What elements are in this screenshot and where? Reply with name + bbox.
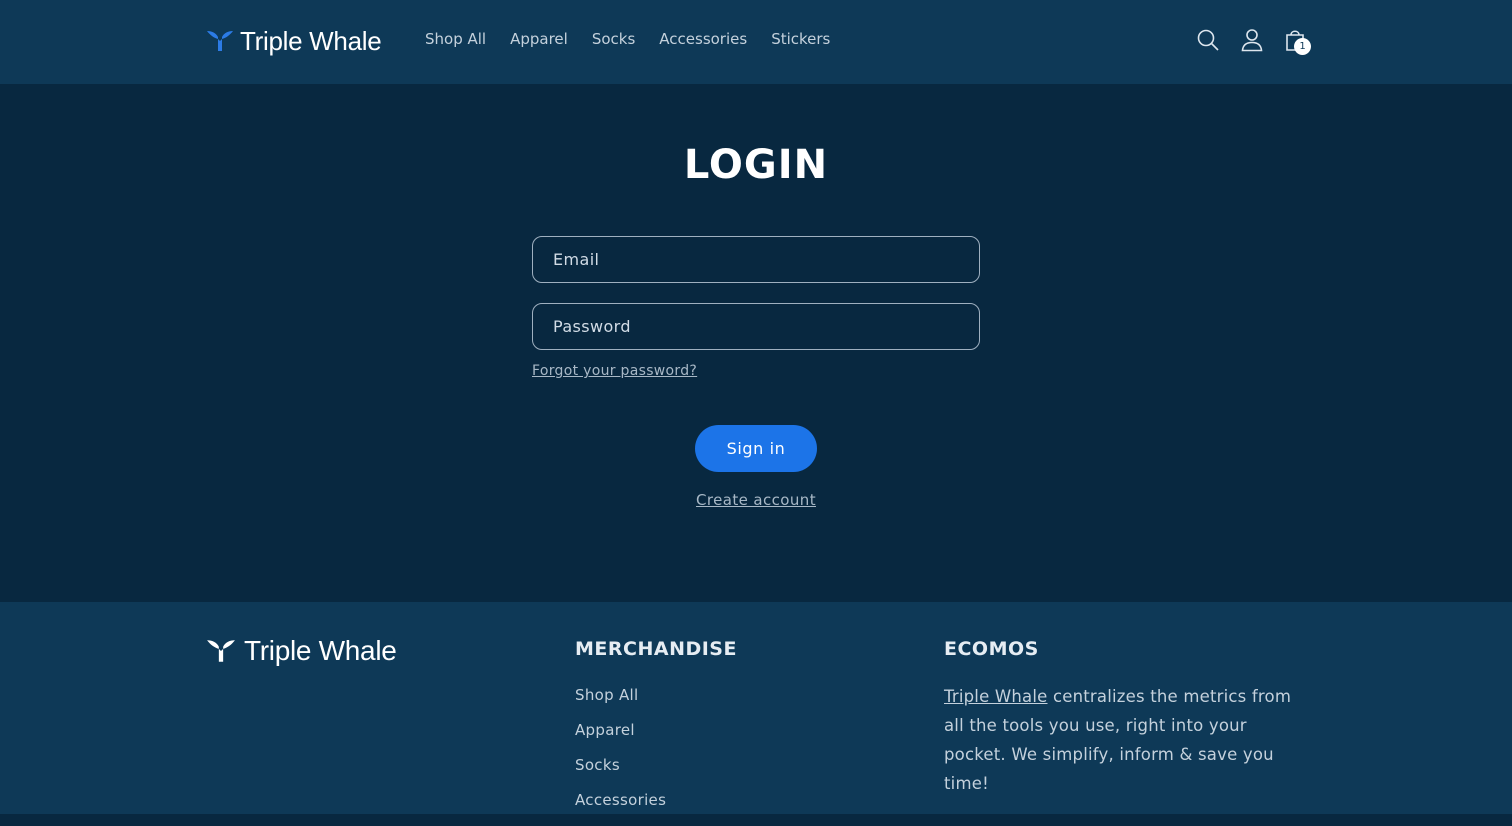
footer-link-socks[interactable]: Socks [575, 756, 666, 791]
search-icon[interactable] [1195, 27, 1221, 53]
triple-whale-link[interactable]: Triple Whale [944, 687, 1048, 706]
footer-brand-logo[interactable]: Triple Whale [206, 635, 397, 667]
create-account-row: Create account [0, 490, 1512, 509]
footer-link-shop-all[interactable]: Shop All [575, 686, 666, 721]
cart-button[interactable]: 1 [1283, 27, 1311, 55]
email-field [532, 236, 980, 283]
whale-tail-icon [207, 31, 233, 51]
ecomos-heading: ECOMOS [944, 638, 1039, 660]
footer-link-apparel[interactable]: Apparel [575, 721, 666, 756]
nav-socks[interactable]: Socks [592, 30, 635, 48]
site-footer: Triple Whale MERCHANDISE Shop All Appare… [0, 602, 1512, 814]
cart-count-badge: 1 [1294, 38, 1311, 55]
main-nav: Shop All Apparel Socks Accessories Stick… [425, 30, 830, 48]
whale-tail-icon [207, 640, 235, 662]
nav-stickers[interactable]: Stickers [771, 30, 830, 48]
password-input[interactable] [533, 304, 979, 349]
page-title: LOGIN [683, 142, 829, 188]
create-account-link[interactable]: Create account [696, 491, 816, 509]
nav-accessories[interactable]: Accessories [659, 30, 747, 48]
nav-apparel[interactable]: Apparel [510, 30, 568, 48]
ecomos-description: Triple Whale centralizes the metrics fro… [944, 682, 1314, 798]
password-field [532, 303, 980, 350]
footer-link-accessories[interactable]: Accessories [575, 791, 666, 826]
sign-in-button[interactable]: Sign in [695, 425, 817, 472]
brand-logo[interactable]: Triple Whale [206, 25, 382, 57]
email-input[interactable] [533, 237, 979, 282]
footer-brand-name: Triple Whale [244, 635, 397, 666]
user-icon[interactable] [1239, 27, 1265, 53]
forgot-password-link[interactable]: Forgot your password? [532, 363, 697, 379]
brand-name: Triple Whale [240, 25, 382, 56]
site-header: Triple Whale Shop All Apparel Socks Acce… [0, 0, 1512, 84]
merchandise-links: Shop All Apparel Socks Accessories [575, 686, 666, 826]
merchandise-heading: MERCHANDISE [575, 638, 737, 660]
nav-shop-all[interactable]: Shop All [425, 30, 486, 48]
